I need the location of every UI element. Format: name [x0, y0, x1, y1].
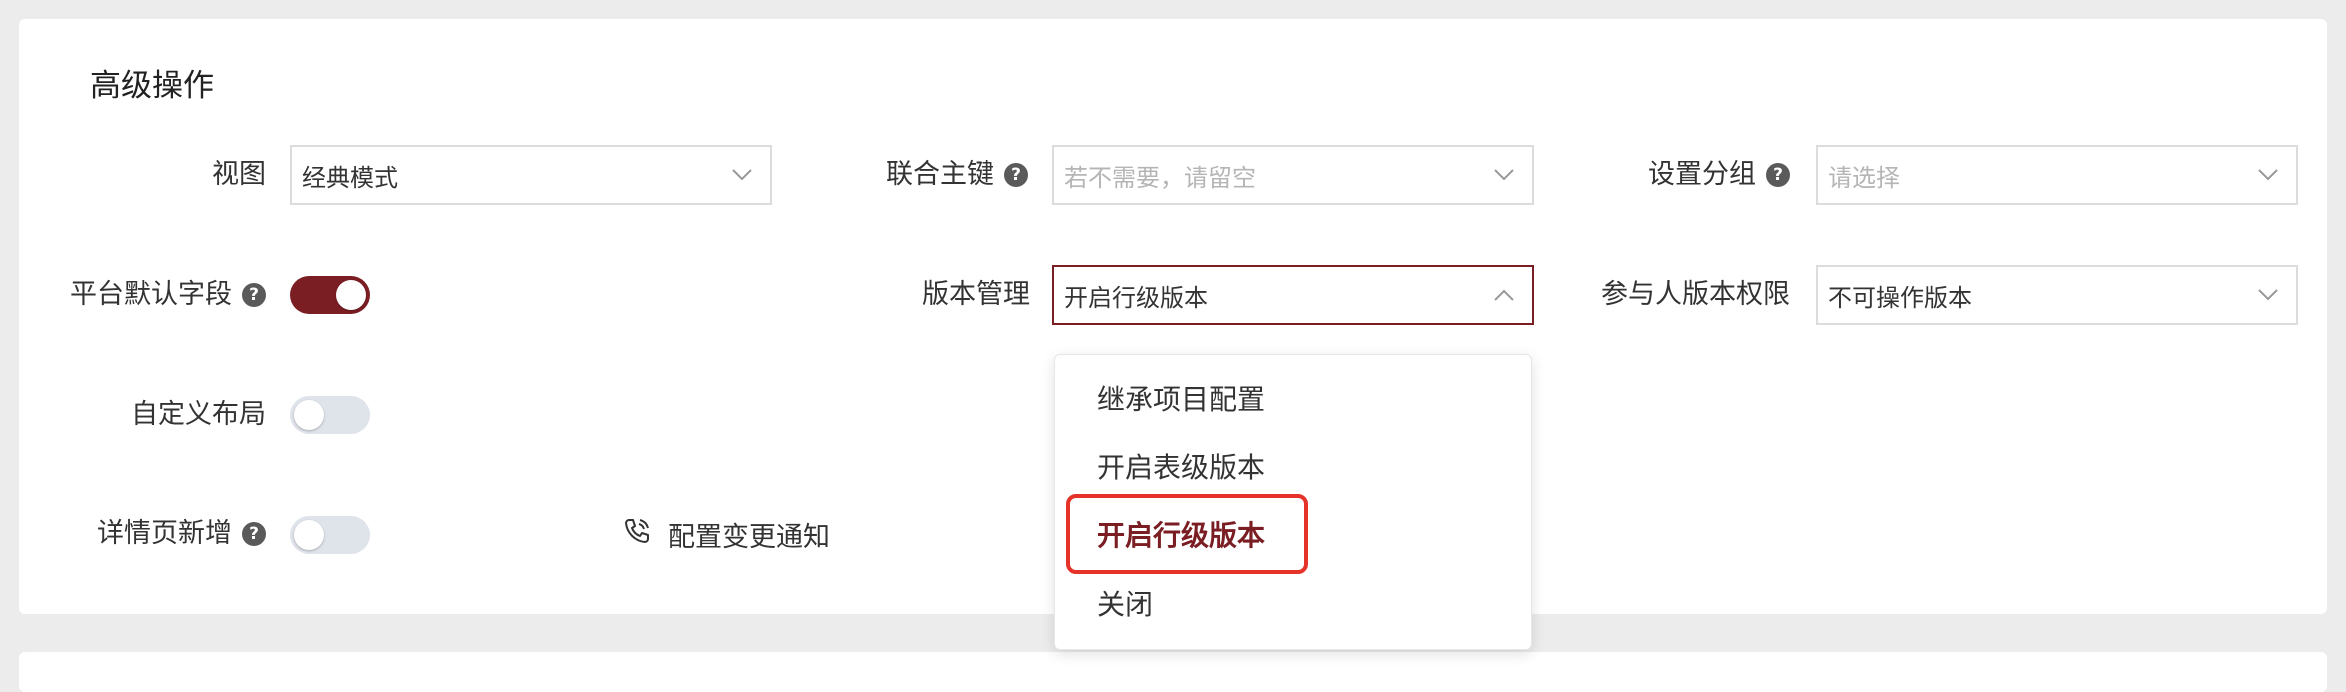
help-icon[interactable]: ? [242, 522, 266, 546]
view-select-value: 经典模式 [302, 163, 398, 192]
help-icon[interactable]: ? [242, 283, 266, 307]
platform-default-fields-toggle[interactable] [290, 276, 370, 314]
participant-version-permission-label: 参与人版本权限 [1601, 279, 1790, 310]
group-label: 设置分组 ? [1560, 145, 1790, 205]
dropdown-option-inherit[interactable]: 继承项目配置 [1097, 375, 1265, 425]
detail-page-add-label: 详情页新增 ? [70, 504, 266, 564]
next-card [19, 652, 2327, 692]
chevron-down-icon [1492, 163, 1516, 187]
view-select[interactable]: 经典模式 [290, 145, 772, 205]
joint-key-label: 联合主键 ? [800, 145, 1028, 205]
help-icon[interactable]: ? [1766, 163, 1790, 187]
participant-version-permission-select[interactable]: 不可操作版本 [1816, 265, 2298, 325]
toggle-knob [294, 400, 324, 430]
dropdown-option-off[interactable]: 关闭 [1097, 580, 1153, 630]
toggle-knob [294, 520, 324, 550]
detail-page-add-toggle[interactable] [290, 516, 370, 554]
chevron-up-icon [1492, 283, 1516, 307]
version-management-value: 开启行级版本 [1064, 283, 1208, 312]
section-title: 高级操作 [90, 68, 214, 104]
dropdown-option-table-version[interactable]: 开启表级版本 [1097, 443, 1265, 493]
custom-layout-label: 自定义布局 [131, 399, 266, 430]
view-label: 视图 [212, 159, 266, 190]
participant-version-permission-value: 不可操作版本 [1828, 283, 1972, 312]
group-select[interactable]: 请选择 [1816, 145, 2298, 205]
dropdown-option-row-version[interactable]: 开启行级版本 [1097, 511, 1265, 561]
platform-default-fields-label: 平台默认字段 ? [40, 265, 266, 325]
help-icon[interactable]: ? [1004, 163, 1028, 187]
config-change-notify-label: 配置变更通知 [668, 521, 830, 553]
version-management-select[interactable]: 开启行级版本 [1052, 265, 1534, 325]
version-management-label: 版本管理 [922, 279, 1030, 310]
version-management-dropdown: 继承项目配置 开启表级版本 开启行级版本 关闭 [1054, 354, 1532, 650]
toggle-knob [336, 280, 366, 310]
joint-key-placeholder: 若不需要，请留空 [1064, 163, 1256, 192]
joint-key-select[interactable]: 若不需要，请留空 [1052, 145, 1534, 205]
chevron-down-icon [730, 163, 754, 187]
chevron-down-icon [2256, 163, 2280, 187]
config-change-notify-link[interactable]: 配置变更通知 [622, 504, 830, 564]
phone-icon [622, 516, 652, 553]
custom-layout-toggle[interactable] [290, 396, 370, 434]
chevron-down-icon [2256, 283, 2280, 307]
group-placeholder: 请选择 [1828, 163, 1900, 192]
